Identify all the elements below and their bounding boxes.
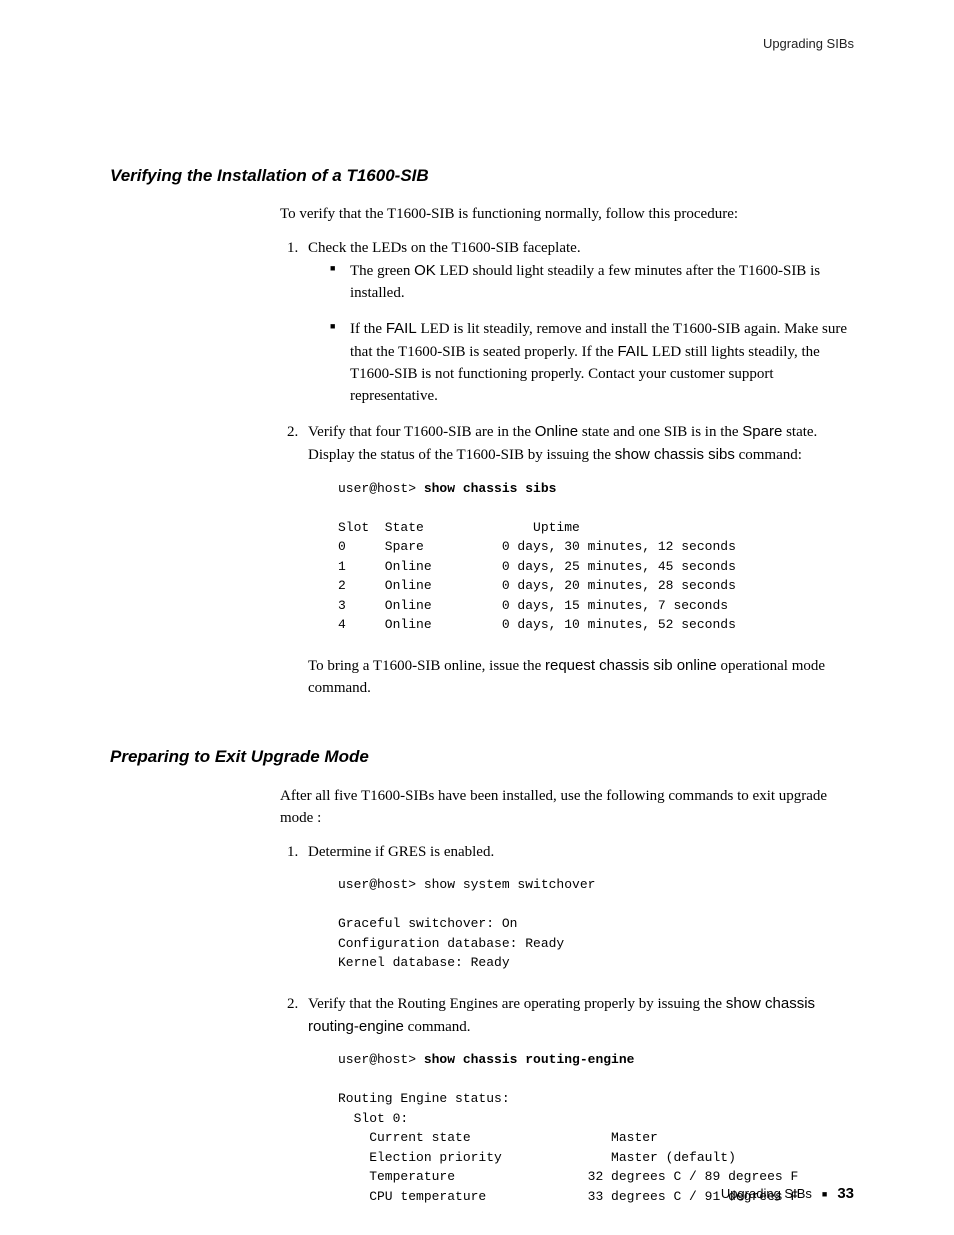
step-1-text: Determine if GRES is enabled. bbox=[308, 844, 494, 860]
bullet-fail-led: If the FAIL LED is lit steadily, remove … bbox=[330, 318, 854, 407]
text: command. bbox=[404, 1019, 471, 1035]
state-online: Online bbox=[535, 423, 578, 440]
output: Slot State Uptime 0 Spare 0 days, 30 min… bbox=[338, 520, 736, 633]
led-fail-label: FAIL bbox=[617, 343, 648, 360]
section1-body: To verify that the T1600-SIB is function… bbox=[280, 204, 854, 699]
text: state and one SIB is in the bbox=[578, 424, 742, 440]
procedure-list-1: Check the LEDs on the T1600-SIB faceplat… bbox=[280, 238, 854, 699]
code-show-chassis-sibs: user@host> show chassis sibs Slot State … bbox=[338, 479, 854, 635]
text: To bring a T1600-SIB online, issue the bbox=[308, 658, 545, 674]
step-1-text: Check the LEDs on the T1600-SIB faceplat… bbox=[308, 240, 581, 256]
page-number: 33 bbox=[837, 1183, 854, 1205]
cmd-request-chassis-sib-online: request chassis sib online bbox=[545, 657, 717, 674]
text: If the bbox=[350, 321, 386, 337]
text: Verify that the Routing Engines are oper… bbox=[308, 996, 726, 1012]
led-fail-label: FAIL bbox=[386, 320, 417, 337]
section-heading-verifying: Verifying the Installation of a T1600-SI… bbox=[110, 164, 854, 189]
led-ok-label: OK bbox=[414, 262, 436, 279]
section-heading-preparing: Preparing to Exit Upgrade Mode bbox=[110, 745, 854, 770]
page: Upgrading SIBs Verifying the Installatio… bbox=[0, 0, 954, 1235]
square-icon: ■ bbox=[822, 1188, 827, 1201]
footer-label: Upgrading SIBs bbox=[721, 1185, 812, 1204]
step-2: Verify that four T1600-SIB are in the On… bbox=[302, 421, 854, 699]
intro-paragraph: After all five T1600-SIBs have been inst… bbox=[280, 786, 854, 830]
command: show chassis routing-engine bbox=[424, 1052, 635, 1067]
command: show chassis sibs bbox=[424, 481, 557, 496]
step-2-outro: To bring a T1600-SIB online, issue the r… bbox=[308, 655, 854, 700]
step-1: Determine if GRES is enabled. user@host>… bbox=[302, 842, 854, 973]
procedure-list-2: Determine if GRES is enabled. user@host>… bbox=[280, 842, 854, 1207]
step-1-bullets: The green OK LED should light steadily a… bbox=[308, 260, 854, 408]
page-footer: Upgrading SIBs ■ 33 bbox=[721, 1183, 854, 1205]
text: command: bbox=[735, 447, 802, 463]
prompt: user@host> bbox=[338, 481, 424, 496]
step-2: Verify that the Routing Engines are oper… bbox=[302, 993, 854, 1207]
intro-paragraph: To verify that the T1600-SIB is function… bbox=[280, 204, 854, 226]
bullet-ok-led: The green OK LED should light steadily a… bbox=[330, 260, 854, 305]
step-1: Check the LEDs on the T1600-SIB faceplat… bbox=[302, 238, 854, 407]
cmd-show-chassis-sibs: show chassis sibs bbox=[615, 446, 735, 463]
state-spare: Spare bbox=[742, 423, 782, 440]
text: The green bbox=[350, 263, 414, 279]
prompt: user@host> bbox=[338, 1052, 424, 1067]
text: Verify that four T1600-SIB are in the bbox=[308, 424, 535, 440]
section2-body: After all five T1600-SIBs have been inst… bbox=[280, 786, 854, 1206]
running-header: Upgrading SIBs bbox=[110, 35, 854, 54]
code-show-system-switchover: user@host> show system switchover Gracef… bbox=[338, 875, 854, 973]
